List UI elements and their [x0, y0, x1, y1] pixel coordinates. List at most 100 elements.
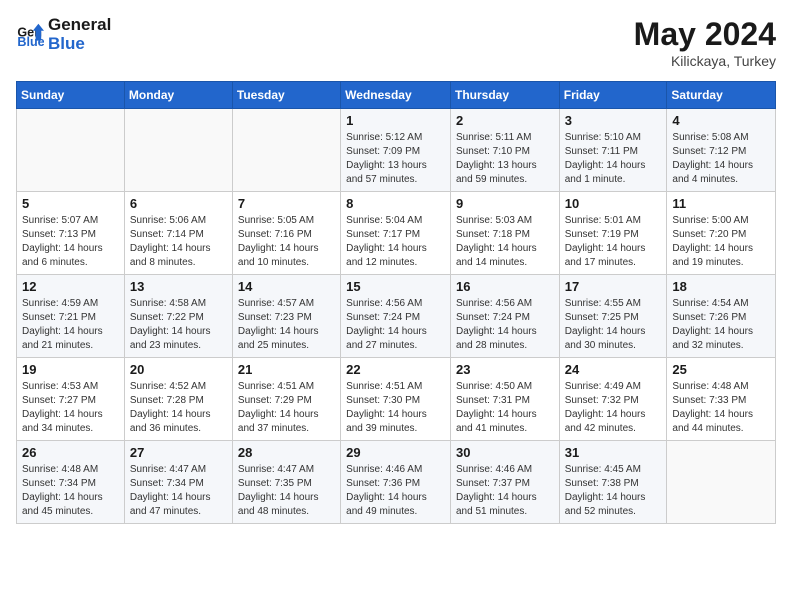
calendar-cell: [17, 109, 125, 192]
day-info: Sunrise: 4:51 AMSunset: 7:29 PMDaylight:…: [238, 380, 335, 436]
day-number: 9: [456, 196, 554, 211]
calendar-cell: 3 Sunrise: 5:10 AMSunset: 7:11 PMDaylight…: [559, 109, 667, 192]
day-info: Sunrise: 4:56 AMSunset: 7:24 PMDaylight:…: [456, 297, 554, 353]
day-info: Sunrise: 4:48 AMSunset: 7:33 PMDaylight:…: [672, 380, 770, 436]
calendar-cell: 6 Sunrise: 5:06 AMSunset: 7:14 PMDaylight…: [124, 192, 232, 275]
day-number: 25: [672, 362, 770, 377]
calendar-cell: [232, 109, 340, 192]
day-info: Sunrise: 4:47 AMSunset: 7:35 PMDaylight:…: [238, 463, 335, 519]
calendar-cell: 19 Sunrise: 4:53 AMSunset: 7:27 PMDayligh…: [17, 358, 125, 441]
logo-line1: General: [48, 16, 111, 35]
month-title: May 2024: [634, 16, 776, 53]
calendar-cell: 26 Sunrise: 4:48 AMSunset: 7:34 PMDayligh…: [17, 441, 125, 524]
day-number: 5: [22, 196, 119, 211]
calendar-cell: 30 Sunrise: 4:46 AMSunset: 7:37 PMDayligh…: [450, 441, 559, 524]
day-number: 1: [346, 113, 445, 128]
calendar-cell: 7 Sunrise: 5:05 AMSunset: 7:16 PMDaylight…: [232, 192, 340, 275]
day-number: 17: [565, 279, 662, 294]
day-info: Sunrise: 5:10 AMSunset: 7:11 PMDaylight:…: [565, 131, 662, 187]
calendar-cell: 11 Sunrise: 5:00 AMSunset: 7:20 PMDayligh…: [667, 192, 776, 275]
day-number: 19: [22, 362, 119, 377]
day-info: Sunrise: 4:51 AMSunset: 7:30 PMDaylight:…: [346, 380, 445, 436]
day-info: Sunrise: 4:59 AMSunset: 7:21 PMDaylight:…: [22, 297, 119, 353]
calendar-cell: 15Sunrise: 4:56 AMSunset: 7:24 PMDayligh…: [341, 275, 451, 358]
day-info: Sunrise: 5:06 AMSunset: 7:14 PMDaylight:…: [130, 214, 227, 270]
calendar-cell: 8Sunrise: 5:04 AMSunset: 7:17 PMDaylight…: [341, 192, 451, 275]
calendar-cell: [124, 109, 232, 192]
calendar-cell: 31 Sunrise: 4:45 AMSunset: 7:38 PMDayligh…: [559, 441, 667, 524]
calendar-cell: 14 Sunrise: 4:57 AMSunset: 7:23 PMDayligh…: [232, 275, 340, 358]
calendar-cell: 22 Sunrise: 4:51 AMSunset: 7:30 PMDayligh…: [341, 358, 451, 441]
calendar-cell: 21 Sunrise: 4:51 AMSunset: 7:29 PMDayligh…: [232, 358, 340, 441]
day-info: Sunrise: 5:08 AMSunset: 7:12 PMDaylight:…: [672, 131, 770, 187]
day-info: Sunrise: 4:47 AMSunset: 7:34 PMDaylight:…: [130, 463, 227, 519]
calendar-cell: 10Sunrise: 5:01 AMSunset: 7:19 PMDayligh…: [559, 192, 667, 275]
day-info: Sunrise: 5:03 AMSunset: 7:18 PMDaylight:…: [456, 214, 554, 270]
calendar-cell: 16Sunrise: 4:56 AMSunset: 7:24 PMDayligh…: [450, 275, 559, 358]
calendar-body: 1 Sunrise: 5:12 AMSunset: 7:09 PMDaylight…: [17, 109, 776, 524]
calendar-cell: 28 Sunrise: 4:47 AMSunset: 7:35 PMDayligh…: [232, 441, 340, 524]
calendar-cell: 17 Sunrise: 4:55 AMSunset: 7:25 PMDayligh…: [559, 275, 667, 358]
weekday-header: Monday: [124, 82, 232, 109]
day-info: Sunrise: 5:12 AMSunset: 7:09 PMDaylight:…: [346, 131, 445, 187]
day-number: 3: [565, 113, 662, 128]
day-number: 20: [130, 362, 227, 377]
day-number: 7: [238, 196, 335, 211]
day-number: 4: [672, 113, 770, 128]
day-number: 26: [22, 445, 119, 460]
day-number: 12: [22, 279, 119, 294]
day-info: Sunrise: 4:52 AMSunset: 7:28 PMDaylight:…: [130, 380, 227, 436]
logo-line2: Blue: [48, 35, 111, 54]
calendar-cell: 24 Sunrise: 4:49 AMSunset: 7:32 PMDayligh…: [559, 358, 667, 441]
day-number: 22: [346, 362, 445, 377]
day-number: 14: [238, 279, 335, 294]
calendar-cell: 2 Sunrise: 5:11 AMSunset: 7:10 PMDaylight…: [450, 109, 559, 192]
calendar-table: SundayMondayTuesdayWednesdayThursdayFrid…: [16, 81, 776, 524]
page-header: Gen Blue General Blue May 2024 Kilickaya…: [16, 16, 776, 69]
day-number: 28: [238, 445, 335, 460]
calendar-cell: 18Sunrise: 4:54 AMSunset: 7:26 PMDayligh…: [667, 275, 776, 358]
day-info: Sunrise: 5:05 AMSunset: 7:16 PMDaylight:…: [238, 214, 335, 270]
day-info: Sunrise: 4:46 AMSunset: 7:37 PMDaylight:…: [456, 463, 554, 519]
calendar-cell: 9 Sunrise: 5:03 AMSunset: 7:18 PMDaylight…: [450, 192, 559, 275]
day-number: 23: [456, 362, 554, 377]
day-info: Sunrise: 5:01 AMSunset: 7:19 PMDaylight:…: [565, 214, 662, 270]
weekday-header: Tuesday: [232, 82, 340, 109]
logo: Gen Blue General Blue: [16, 16, 111, 53]
day-info: Sunrise: 5:11 AMSunset: 7:10 PMDaylight:…: [456, 131, 554, 187]
day-number: 15: [346, 279, 445, 294]
day-number: 11: [672, 196, 770, 211]
day-info: Sunrise: 4:49 AMSunset: 7:32 PMDaylight:…: [565, 380, 662, 436]
location-subtitle: Kilickaya, Turkey: [634, 53, 776, 69]
calendar-cell: 1 Sunrise: 5:12 AMSunset: 7:09 PMDaylight…: [341, 109, 451, 192]
day-number: 30: [456, 445, 554, 460]
day-info: Sunrise: 4:53 AMSunset: 7:27 PMDaylight:…: [22, 380, 119, 436]
weekday-header: Sunday: [17, 82, 125, 109]
day-info: Sunrise: 4:57 AMSunset: 7:23 PMDaylight:…: [238, 297, 335, 353]
day-info: Sunrise: 4:45 AMSunset: 7:38 PMDaylight:…: [565, 463, 662, 519]
calendar-cell: 25 Sunrise: 4:48 AMSunset: 7:33 PMDayligh…: [667, 358, 776, 441]
calendar-cell: 29Sunrise: 4:46 AMSunset: 7:36 PMDayligh…: [341, 441, 451, 524]
calendar-cell: 4 Sunrise: 5:08 AMSunset: 7:12 PMDaylight…: [667, 109, 776, 192]
title-area: May 2024 Kilickaya, Turkey: [634, 16, 776, 69]
day-number: 27: [130, 445, 227, 460]
day-number: 31: [565, 445, 662, 460]
day-number: 24: [565, 362, 662, 377]
day-info: Sunrise: 4:54 AMSunset: 7:26 PMDaylight:…: [672, 297, 770, 353]
calendar-cell: 27 Sunrise: 4:47 AMSunset: 7:34 PMDayligh…: [124, 441, 232, 524]
day-info: Sunrise: 4:48 AMSunset: 7:34 PMDaylight:…: [22, 463, 119, 519]
calendar-cell: 23Sunrise: 4:50 AMSunset: 7:31 PMDayligh…: [450, 358, 559, 441]
calendar-cell: 20 Sunrise: 4:52 AMSunset: 7:28 PMDayligh…: [124, 358, 232, 441]
day-number: 6: [130, 196, 227, 211]
day-info: Sunrise: 4:55 AMSunset: 7:25 PMDaylight:…: [565, 297, 662, 353]
day-number: 21: [238, 362, 335, 377]
weekday-header: Friday: [559, 82, 667, 109]
weekday-header: Thursday: [450, 82, 559, 109]
calendar-cell: 12 Sunrise: 4:59 AMSunset: 7:21 PMDayligh…: [17, 275, 125, 358]
calendar-cell: 5Sunrise: 5:07 AMSunset: 7:13 PMDaylight…: [17, 192, 125, 275]
day-number: 2: [456, 113, 554, 128]
calendar-header: SundayMondayTuesdayWednesdayThursdayFrid…: [17, 82, 776, 109]
day-info: Sunrise: 4:58 AMSunset: 7:22 PMDaylight:…: [130, 297, 227, 353]
weekday-header: Wednesday: [341, 82, 451, 109]
day-info: Sunrise: 5:00 AMSunset: 7:20 PMDaylight:…: [672, 214, 770, 270]
